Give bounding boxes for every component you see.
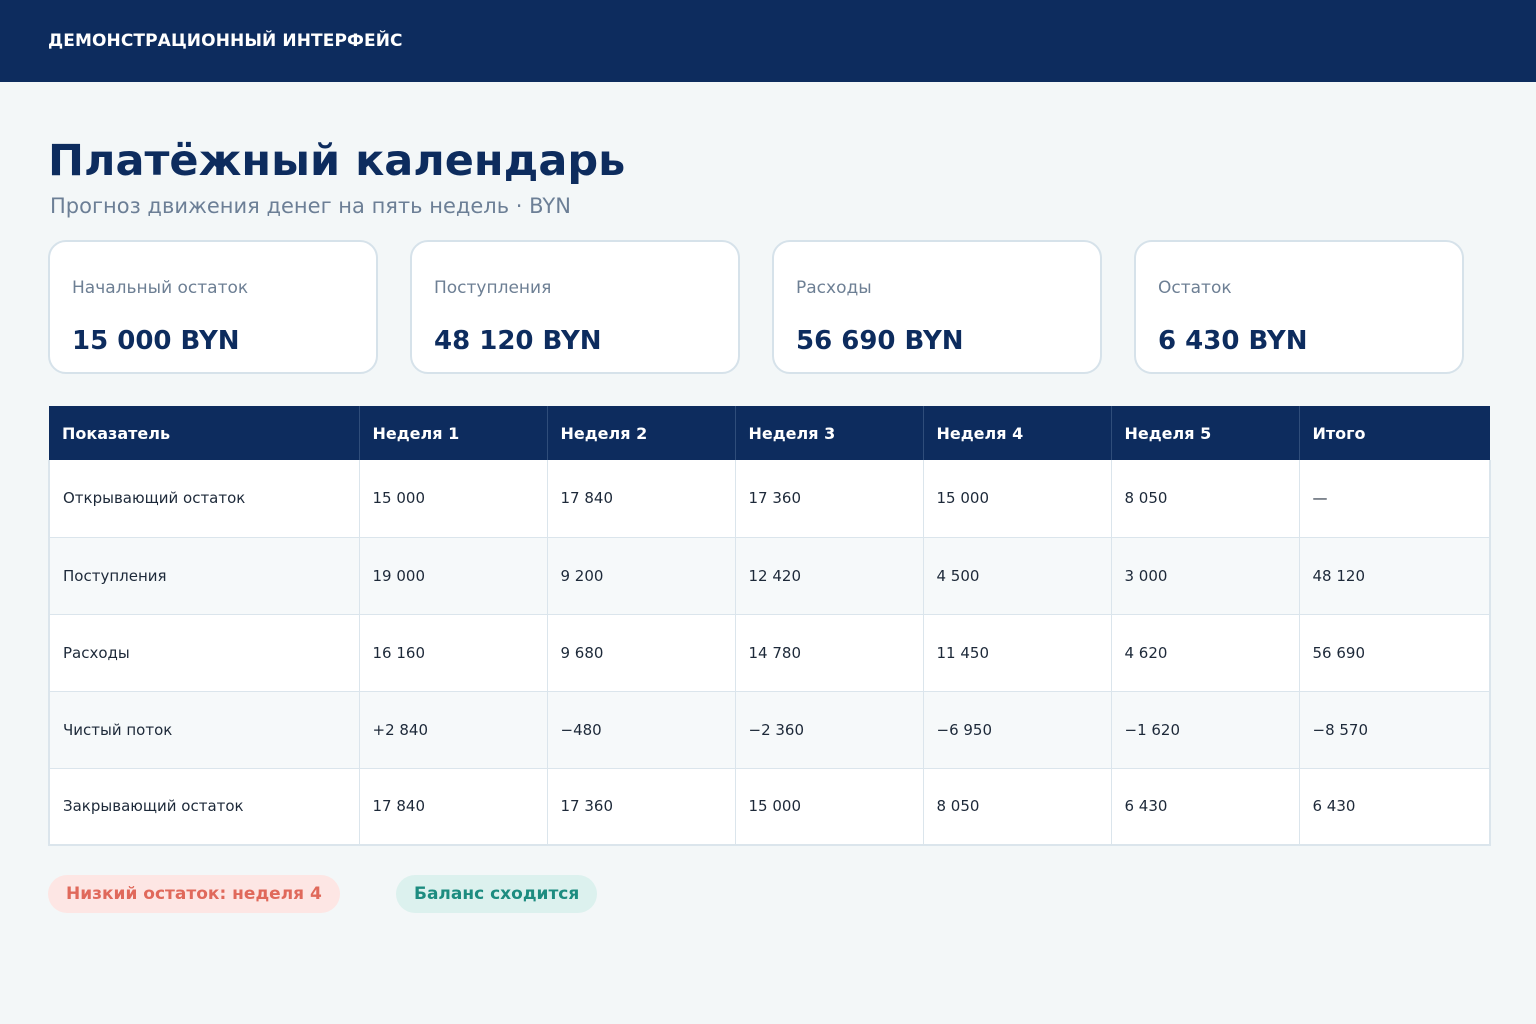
table-cell: 17 360: [547, 768, 736, 846]
column-header: Неделя 4: [923, 406, 1112, 460]
table-cell: 9 200: [547, 537, 736, 615]
table-cell: 17 840: [547, 460, 736, 538]
table-row: Расходы 16 160 9 680 14 780 11 450 4 620…: [48, 614, 1491, 692]
table-cell: −480: [547, 691, 736, 769]
table-cell: −2 360: [735, 691, 924, 769]
table-cell: 15 000: [735, 768, 924, 846]
table-header-row: Показатель Неделя 1 Неделя 2 Неделя 3 Не…: [49, 406, 1490, 460]
table-cell: —: [1299, 460, 1491, 538]
payment-calendar-table: Показатель Неделя 1 Неделя 2 Неделя 3 Не…: [48, 406, 1491, 846]
table-cell: 15 000: [923, 460, 1112, 538]
table-cell: 14 780: [735, 614, 924, 692]
table-cell: 4 500: [923, 537, 1112, 615]
column-header: Показатель: [49, 406, 360, 460]
table-cell: Расходы: [48, 614, 360, 692]
summary-card-value: 6 430 BYN: [1158, 326, 1308, 356]
low-balance-warning-badge: Низкий остаток: неделя 4: [48, 875, 340, 913]
table-cell: 8 050: [923, 768, 1112, 846]
table-cell: Чистый поток: [48, 691, 360, 769]
table-row: Закрывающий остаток 17 840 17 360 15 000…: [48, 768, 1491, 846]
summary-card-value: 56 690 BYN: [796, 326, 964, 356]
table-cell: 3 000: [1111, 537, 1300, 615]
table-cell: 19 000: [359, 537, 548, 615]
table-cell: 15 000: [359, 460, 548, 538]
table-cell: 12 420: [735, 537, 924, 615]
summary-card-label: Расходы: [796, 278, 872, 298]
table-cell: 8 050: [1111, 460, 1300, 538]
table-cell: 6 430: [1111, 768, 1300, 846]
column-header: Неделя 2: [547, 406, 736, 460]
table-cell: −8 570: [1299, 691, 1491, 769]
summary-card-label: Остаток: [1158, 278, 1232, 298]
table-cell: 4 620: [1111, 614, 1300, 692]
table-row: Чистый поток +2 840 −480 −2 360 −6 950 −…: [48, 691, 1491, 769]
table-cell: 9 680: [547, 614, 736, 692]
table-cell: −6 950: [923, 691, 1112, 769]
summary-card-label: Начальный остаток: [72, 278, 249, 298]
table-cell: 11 450: [923, 614, 1112, 692]
table-row: Поступления 19 000 9 200 12 420 4 500 3 …: [48, 537, 1491, 615]
summary-card-value: 48 120 BYN: [434, 326, 602, 356]
column-header: Итого: [1312, 423, 1366, 443]
column-header: Неделя 3: [735, 406, 924, 460]
table-cell: −1 620: [1111, 691, 1300, 769]
table-cell: Открывающий остаток: [48, 460, 360, 538]
balance-ok-badge: Баланс сходится: [396, 875, 598, 913]
summary-card-balance: Остаток 6 430 BYN: [1134, 240, 1464, 374]
page-subtitle: Прогноз движения денег на пять недель · …: [50, 194, 571, 218]
summary-card-income: Поступления 48 120 BYN: [410, 240, 740, 374]
summary-card-opening-balance: Начальный остаток 15 000 BYN: [48, 240, 378, 374]
table-cell: +2 840: [359, 691, 548, 769]
summary-card-value: 15 000 BYN: [72, 326, 240, 356]
app-title: ДЕМОНСТРАЦИОННЫЙ ИНТЕРФЕЙС: [48, 31, 403, 51]
table-row: Открывающий остаток 15 000 17 840 17 360…: [48, 460, 1491, 538]
table-cell: Поступления: [48, 537, 360, 615]
summary-card-label: Поступления: [434, 278, 552, 298]
page-title: Платёжный календарь: [48, 136, 626, 186]
column-header: Неделя 1: [359, 406, 548, 460]
summary-card-expenses: Расходы 56 690 BYN: [772, 240, 1102, 374]
table-cell: 6 430: [1299, 768, 1491, 846]
table-cell: 17 360: [735, 460, 924, 538]
top-bar: ДЕМОНСТРАЦИОННЫЙ ИНТЕРФЕЙС: [0, 0, 1536, 82]
column-header: Неделя 5: [1111, 406, 1300, 460]
table-cell: 48 120: [1299, 537, 1491, 615]
table-cell: 16 160: [359, 614, 548, 692]
table-cell: 56 690: [1299, 614, 1491, 692]
table-cell: Закрывающий остаток: [48, 768, 360, 846]
table-cell: 17 840: [359, 768, 548, 846]
